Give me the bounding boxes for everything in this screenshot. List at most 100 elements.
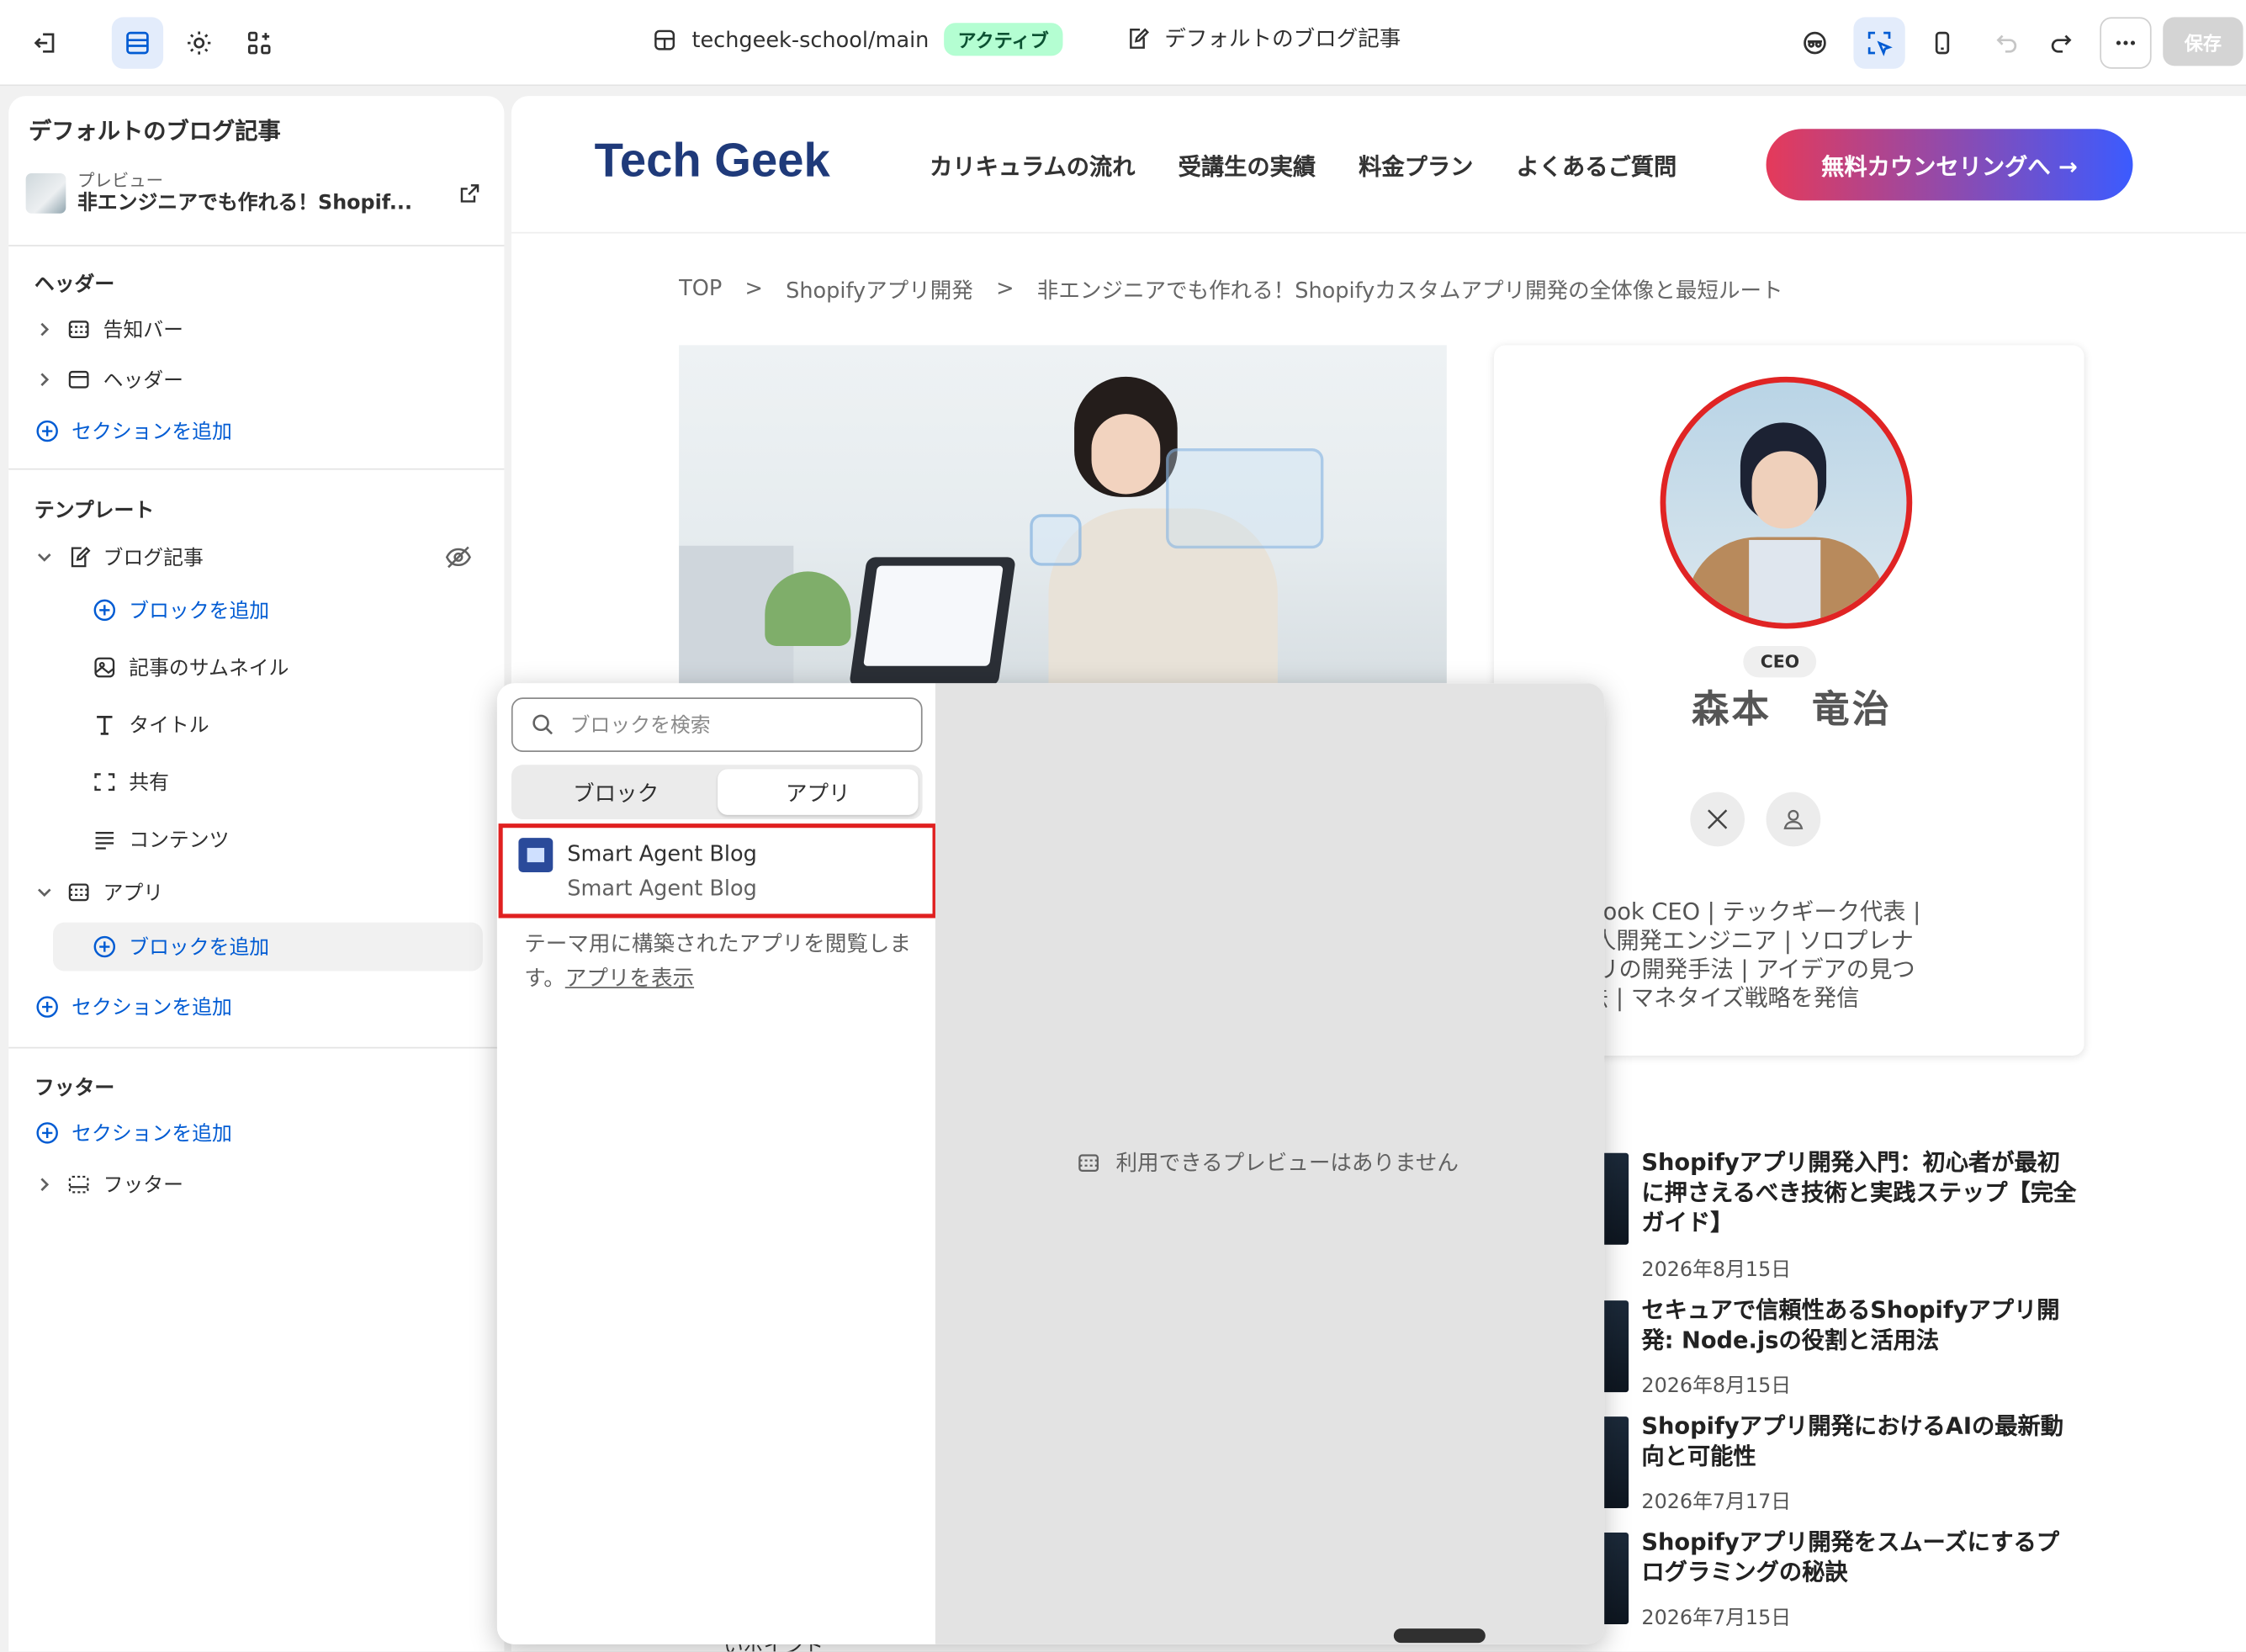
- external-link-icon[interactable]: [458, 182, 481, 204]
- sidebar-item-footer[interactable]: フッター: [34, 1160, 183, 1209]
- block-label: 記事のサムネイル: [129, 657, 289, 680]
- related-date: 2026年7月15日: [1641, 1607, 1792, 1630]
- nav-link-faq[interactable]: よくあるご質問: [1517, 147, 1677, 182]
- x-social-icon[interactable]: [1690, 792, 1745, 847]
- app-icon: [518, 838, 554, 873]
- scroll-handle[interactable]: [1393, 1628, 1486, 1644]
- sections-sidebar: デフォルトのブログ記事 プレビュー 非エンジニアでも作れる！Shopif... …: [8, 96, 505, 1652]
- select-element-icon[interactable]: [1853, 17, 1905, 69]
- chevron-right-icon[interactable]: [34, 369, 55, 389]
- footer-layout-icon: [68, 1175, 89, 1194]
- editor-root: techgeek-school/main アクティブ デフォルトのブログ記事 保…: [0, 0, 2246, 1652]
- chevron-down-icon[interactable]: [34, 882, 55, 903]
- add-block-blog-button[interactable]: ブロックを追加: [92, 585, 269, 634]
- sidebar-item-apps[interactable]: アプリ: [34, 868, 163, 917]
- hero-hologram: [1166, 447, 1324, 549]
- plus-circle-icon: [93, 599, 116, 622]
- header-group-title: ヘッダー: [34, 273, 115, 297]
- eye-off-icon[interactable]: [444, 543, 473, 571]
- related-title: セキュアで信頼性あるShopifyアプリ開発: Node.jsの役割と活用法: [1641, 1296, 2060, 1354]
- block-picker-panel: ブロックを検索 ブロック アプリ Smart Agent Blog Smart …: [496, 683, 937, 1644]
- apps-grid-icon[interactable]: [234, 17, 285, 68]
- sidebar-item-label: フッター: [103, 1174, 183, 1198]
- breadcrumb-separator: >: [996, 274, 1014, 301]
- block-thumbnail[interactable]: 記事のサムネイル: [92, 643, 289, 692]
- breadcrumb-separator: >: [744, 274, 763, 301]
- tab-blocks[interactable]: ブロック: [516, 769, 716, 814]
- undo-icon[interactable]: [1981, 17, 2032, 68]
- app-block-name: Smart Agent Blog: [567, 840, 757, 867]
- sidebar-item-announcement[interactable]: 告知バー: [34, 305, 183, 354]
- image-icon: [94, 657, 115, 678]
- divider: [8, 468, 505, 470]
- add-section-header-button[interactable]: セクションを追加: [34, 407, 232, 456]
- author-avatar: [1660, 376, 1913, 629]
- add-section-template-button[interactable]: セクションを追加: [34, 982, 232, 1031]
- inspector-icon[interactable]: [1789, 17, 1841, 68]
- user-profile-icon[interactable]: [1766, 792, 1821, 847]
- template-selector[interactable]: デフォルトのブログ記事: [1125, 23, 1401, 53]
- exit-icon[interactable]: [20, 17, 72, 68]
- more-actions-icon[interactable]: [2100, 17, 2152, 69]
- sidebar-item-header[interactable]: ヘッダー: [34, 355, 183, 404]
- breadcrumb: TOP > Shopifyアプリ開発 > 非エンジニアでも作れる！Shopify…: [679, 275, 1782, 305]
- add-block-apps-button[interactable]: ブロックを追加: [53, 922, 483, 972]
- preview-thumbnail: [25, 173, 66, 214]
- add-section-label: セクションを追加: [72, 1122, 232, 1146]
- hero-hologram-small: [1030, 514, 1082, 566]
- related-title: Shopifyアプリ開発入門：初心者が最初に押さえるべき技術と実践ステップ【完全…: [1641, 1148, 2077, 1236]
- author-name: 森本 竜治: [1692, 689, 1893, 733]
- nav-link-pricing[interactable]: 料金プラン: [1359, 147, 1473, 182]
- search-placeholder: ブロックを検索: [569, 714, 711, 738]
- app-provider-name: Smart Agent Blog: [567, 875, 757, 902]
- chevron-right-icon[interactable]: [34, 1174, 55, 1194]
- apps-help-text: テーマ用に構築されたアプリを閲覧します。アプリを表示: [524, 927, 911, 996]
- nav-link-results[interactable]: 受講生の実績: [1179, 147, 1316, 182]
- tab-apps[interactable]: アプリ: [718, 769, 919, 815]
- author-role-badge: CEO: [1743, 645, 1817, 678]
- search-icon: [532, 714, 554, 735]
- settings-gear-icon[interactable]: [173, 17, 225, 68]
- no-preview-label: 利用できるプレビューはありません: [1115, 1150, 1459, 1176]
- add-section-footer-button[interactable]: セクションを追加: [34, 1109, 232, 1157]
- mobile-preview-icon[interactable]: [1916, 17, 1968, 68]
- sidebar-item-label: 告知バー: [103, 319, 183, 342]
- block-search-input[interactable]: ブロックを検索: [511, 697, 923, 752]
- site-logo[interactable]: Tech Geek: [595, 133, 830, 188]
- counseling-cta-button[interactable]: 無料カウンセリングへ →: [1766, 129, 2133, 201]
- footer-group-title: フッター: [34, 1077, 115, 1100]
- view-apps-link[interactable]: アプリを表示: [565, 966, 694, 992]
- related-date: 2026年8月15日: [1641, 1374, 1792, 1398]
- theme-selector[interactable]: techgeek-school/main アクティブ: [652, 23, 1063, 56]
- preview-label: プレビュー: [77, 170, 164, 191]
- related-date: 2026年8月15日: [1641, 1258, 1792, 1283]
- chevron-down-icon[interactable]: [34, 547, 55, 567]
- breadcrumb-category[interactable]: Shopifyアプリ開発: [786, 275, 973, 305]
- site-nav: カリキュラムの流れ 受講生の実績 料金プラン よくあるご質問: [930, 147, 1677, 182]
- block-share[interactable]: 共有: [92, 758, 169, 807]
- section-icon: [1078, 1153, 1099, 1172]
- sidebar-item-label: アプリ: [103, 882, 164, 906]
- plus-circle-icon: [36, 1122, 58, 1144]
- breadcrumb-top[interactable]: TOP: [679, 275, 722, 305]
- add-block-label: ブロックを追加: [129, 936, 270, 960]
- block-content[interactable]: コンテンツ: [92, 815, 229, 864]
- save-button[interactable]: 保存: [2163, 17, 2243, 66]
- nav-link-curriculum[interactable]: カリキュラムの流れ: [930, 147, 1135, 182]
- sections-icon[interactable]: [111, 17, 164, 69]
- layout-icon: [654, 29, 675, 50]
- frame-icon: [94, 773, 115, 792]
- divider: [8, 245, 505, 246]
- block-title[interactable]: タイトル: [92, 701, 209, 749]
- hero-plant: [765, 571, 851, 646]
- sidebar-item-blog-post[interactable]: ブログ記事: [34, 532, 493, 581]
- chevron-right-icon[interactable]: [34, 320, 55, 340]
- add-section-label: セクションを追加: [72, 421, 232, 444]
- plus-circle-icon: [36, 996, 58, 1018]
- redo-icon[interactable]: [2036, 17, 2087, 68]
- text-lines-icon: [95, 831, 114, 850]
- app-block-smart-agent-blog[interactable]: Smart Agent Blog Smart Agent Blog: [498, 823, 937, 919]
- plus-circle-icon: [93, 935, 116, 958]
- preview-selector[interactable]: プレビュー 非エンジニアでも作れる！Shopif...: [25, 170, 487, 216]
- sidebar-title: デフォルトのブログ記事: [29, 117, 281, 145]
